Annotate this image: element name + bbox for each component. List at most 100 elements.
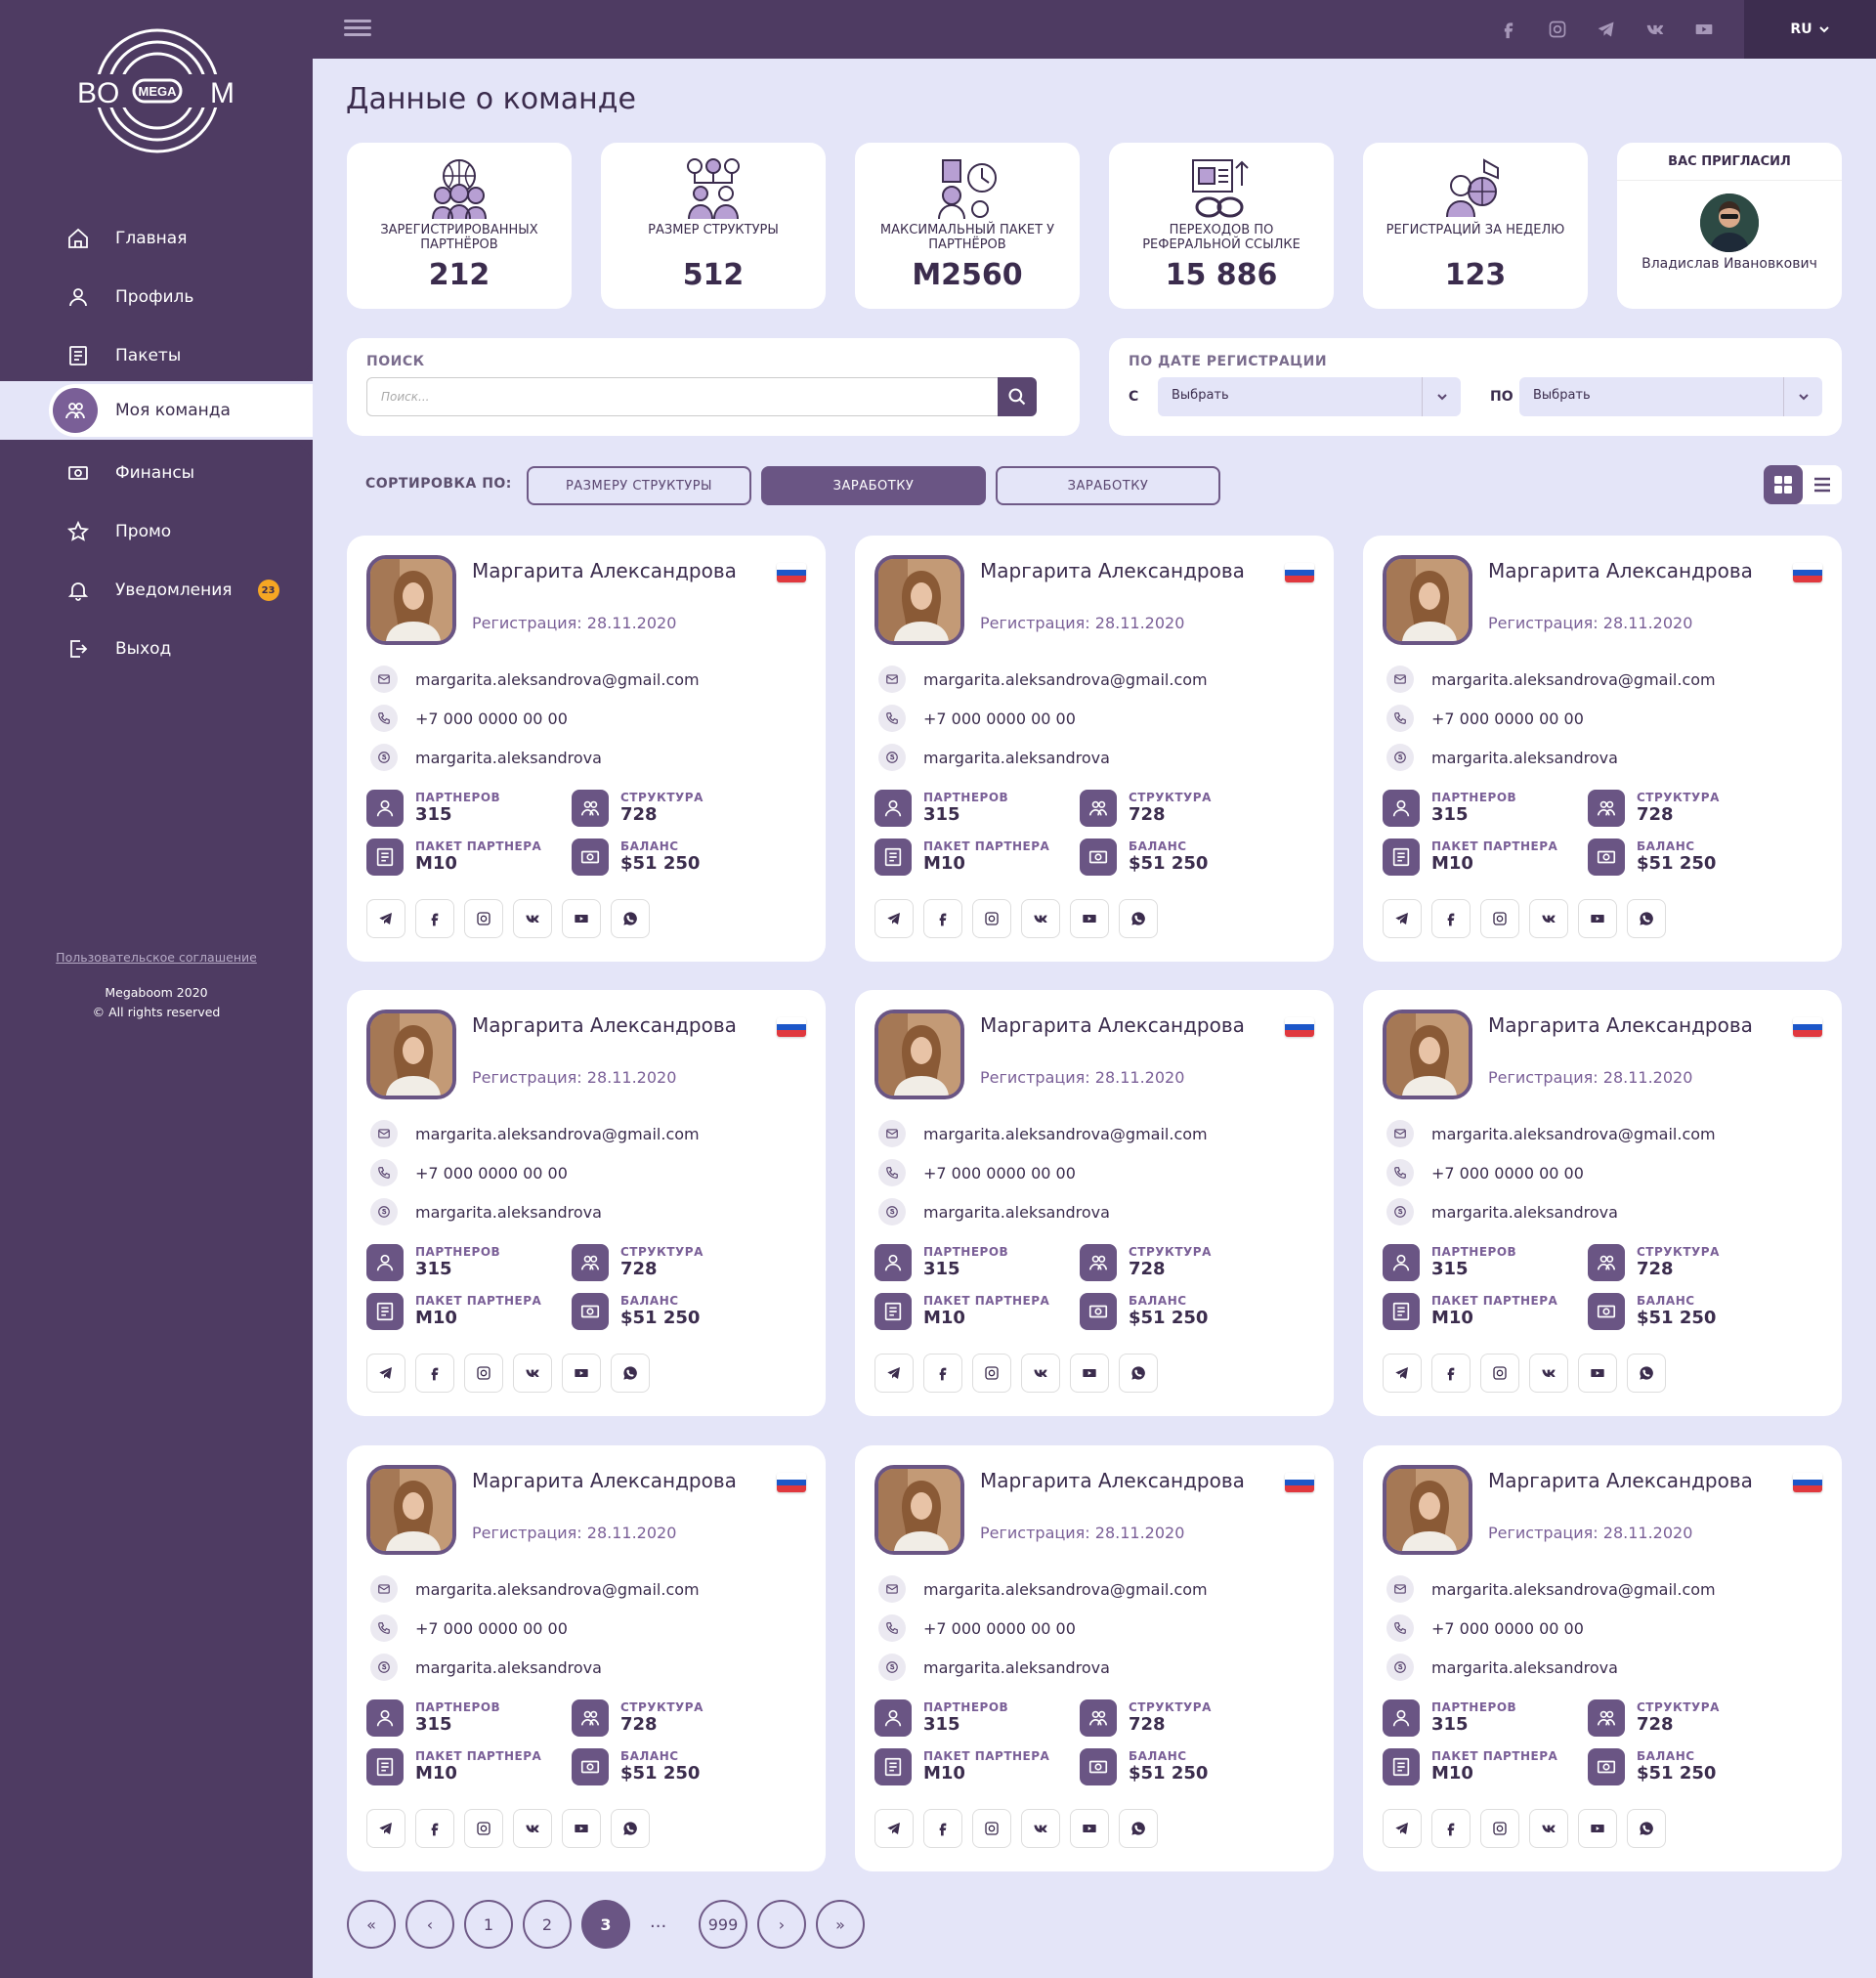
member-email[interactable]: margarita.aleksandrova@gmail.com xyxy=(1386,1119,1716,1148)
user-agreement-link[interactable]: Пользовательское соглашение xyxy=(39,950,274,965)
member-skype[interactable]: margarita.aleksandrova xyxy=(370,743,602,772)
instagram-icon[interactable] xyxy=(972,1809,1011,1848)
next-page-button[interactable]: › xyxy=(757,1900,806,1949)
member-phone[interactable]: +7 000 0000 00 00 xyxy=(370,1158,568,1187)
member-email[interactable]: margarita.aleksandrova@gmail.com xyxy=(878,665,1208,694)
instagram-icon[interactable] xyxy=(464,899,503,938)
member-phone[interactable]: +7 000 0000 00 00 xyxy=(1386,1158,1584,1187)
megaboom-logo[interactable]: BO MEGA M xyxy=(73,25,239,156)
member-phone[interactable]: +7 000 0000 00 00 xyxy=(878,1158,1076,1187)
instagram-icon[interactable] xyxy=(1480,1354,1519,1393)
whatsapp-icon[interactable] xyxy=(1627,1354,1666,1393)
whatsapp-icon[interactable] xyxy=(1627,899,1666,938)
page-button[interactable]: 2 xyxy=(523,1900,572,1949)
whatsapp-icon[interactable] xyxy=(611,1809,650,1848)
list-view-icon[interactable] xyxy=(1803,465,1842,504)
member-phone[interactable]: +7 000 0000 00 00 xyxy=(1386,704,1584,733)
telegram-icon[interactable] xyxy=(1383,899,1422,938)
page-button[interactable]: 1 xyxy=(464,1900,513,1949)
member-skype[interactable]: margarita.aleksandrova xyxy=(878,1197,1110,1226)
facebook-icon[interactable] xyxy=(415,899,454,938)
telegram-icon[interactable] xyxy=(874,1354,914,1393)
youtube-icon[interactable] xyxy=(1578,1809,1617,1848)
member-skype[interactable]: margarita.aleksandrova xyxy=(878,1653,1110,1682)
youtube-icon[interactable] xyxy=(1070,1354,1109,1393)
team-member-card[interactable]: Маргарита Александрова Регистрация: 28.11… xyxy=(1363,1445,1842,1871)
instagram-icon[interactable] xyxy=(464,1354,503,1393)
telegram-icon[interactable] xyxy=(366,1809,405,1848)
member-phone[interactable]: +7 000 0000 00 00 xyxy=(878,704,1076,733)
search-button[interactable] xyxy=(998,377,1037,416)
member-phone[interactable]: +7 000 0000 00 00 xyxy=(370,704,568,733)
member-skype[interactable]: margarita.aleksandrova xyxy=(878,743,1110,772)
date-to-select[interactable]: Выбрать xyxy=(1519,377,1822,416)
youtube-icon[interactable] xyxy=(1690,16,1718,43)
sidebar-item-team[interactable]: Моя команда xyxy=(49,384,313,437)
date-from-select[interactable]: Выбрать xyxy=(1158,377,1461,416)
team-member-card[interactable]: Маргарита Александрова Регистрация: 28.11… xyxy=(1363,536,1842,962)
team-member-card[interactable]: Маргарита Александрова Регистрация: 28.11… xyxy=(347,990,826,1416)
member-phone[interactable]: +7 000 0000 00 00 xyxy=(1386,1613,1584,1643)
telegram-icon[interactable] xyxy=(1593,16,1620,43)
search-input[interactable]: Поиск... xyxy=(366,377,1021,416)
sidebar-item-finance[interactable]: Финансы xyxy=(0,450,313,496)
member-phone[interactable]: +7 000 0000 00 00 xyxy=(370,1613,568,1643)
youtube-icon[interactable] xyxy=(1578,899,1617,938)
member-phone[interactable]: +7 000 0000 00 00 xyxy=(878,1613,1076,1643)
facebook-icon[interactable] xyxy=(1431,899,1471,938)
facebook-icon[interactable] xyxy=(923,899,962,938)
facebook-icon[interactable] xyxy=(923,1809,962,1848)
facebook-icon[interactable] xyxy=(415,1809,454,1848)
sidebar-item-notifications[interactable]: Уведомления 23 xyxy=(0,567,313,614)
sidebar-item-logout[interactable]: Выход xyxy=(0,625,313,672)
youtube-icon[interactable] xyxy=(562,899,601,938)
current-page-button[interactable]: 3 xyxy=(581,1900,630,1949)
language-selector[interactable]: RU xyxy=(1744,0,1876,59)
last-page-button[interactable]: » xyxy=(816,1900,865,1949)
telegram-icon[interactable] xyxy=(366,1354,405,1393)
grid-view-icon[interactable] xyxy=(1764,465,1803,504)
whatsapp-icon[interactable] xyxy=(611,1354,650,1393)
youtube-icon[interactable] xyxy=(562,1354,601,1393)
vk-icon[interactable] xyxy=(513,1809,552,1848)
team-member-card[interactable]: Маргарита Александрова Регистрация: 28.11… xyxy=(1363,990,1842,1416)
member-email[interactable]: margarita.aleksandrova@gmail.com xyxy=(878,1119,1208,1148)
telegram-icon[interactable] xyxy=(1383,1354,1422,1393)
facebook-icon[interactable] xyxy=(1431,1809,1471,1848)
telegram-icon[interactable] xyxy=(1383,1809,1422,1848)
facebook-icon[interactable] xyxy=(415,1354,454,1393)
vk-icon[interactable] xyxy=(1529,1809,1568,1848)
instagram-icon[interactable] xyxy=(1544,16,1571,43)
instagram-icon[interactable] xyxy=(464,1809,503,1848)
telegram-icon[interactable] xyxy=(874,1809,914,1848)
member-skype[interactable]: margarita.aleksandrova xyxy=(1386,743,1618,772)
inviter-card[interactable]: ВАС ПРИГЛАСИЛ Владислав Ивановкович xyxy=(1617,143,1842,309)
youtube-icon[interactable] xyxy=(562,1809,601,1848)
member-email[interactable]: margarita.aleksandrova@gmail.com xyxy=(370,665,700,694)
whatsapp-icon[interactable] xyxy=(611,899,650,938)
youtube-icon[interactable] xyxy=(1070,1809,1109,1848)
vk-icon[interactable] xyxy=(1529,1354,1568,1393)
first-page-button[interactable]: « xyxy=(347,1900,396,1949)
instagram-icon[interactable] xyxy=(1480,899,1519,938)
member-email[interactable]: margarita.aleksandrova@gmail.com xyxy=(370,1574,700,1604)
youtube-icon[interactable] xyxy=(1070,899,1109,938)
youtube-icon[interactable] xyxy=(1578,1354,1617,1393)
member-skype[interactable]: margarita.aleksandrova xyxy=(1386,1197,1618,1226)
sidebar-item-profile[interactable]: Профиль xyxy=(0,274,313,321)
whatsapp-icon[interactable] xyxy=(1627,1809,1666,1848)
team-member-card[interactable]: Маргарита Александрова Регистрация: 28.11… xyxy=(347,1445,826,1871)
hamburger-menu-icon[interactable] xyxy=(344,16,371,43)
member-email[interactable]: margarita.aleksandrova@gmail.com xyxy=(1386,665,1716,694)
sidebar-item-promo[interactable]: Промо xyxy=(0,508,313,555)
vk-icon[interactable] xyxy=(513,899,552,938)
member-skype[interactable]: margarita.aleksandrova xyxy=(370,1653,602,1682)
member-skype[interactable]: margarita.aleksandrova xyxy=(370,1197,602,1226)
facebook-icon[interactable] xyxy=(923,1354,962,1393)
team-member-card[interactable]: Маргарита Александрова Регистрация: 28.11… xyxy=(855,1445,1334,1871)
team-member-card[interactable]: Маргарита Александрова Регистрация: 28.11… xyxy=(855,990,1334,1416)
vk-icon[interactable] xyxy=(513,1354,552,1393)
vk-icon[interactable] xyxy=(1529,899,1568,938)
vk-icon[interactable] xyxy=(1642,16,1669,43)
team-member-card[interactable]: Маргарита Александрова Регистрация: 28.11… xyxy=(347,536,826,962)
